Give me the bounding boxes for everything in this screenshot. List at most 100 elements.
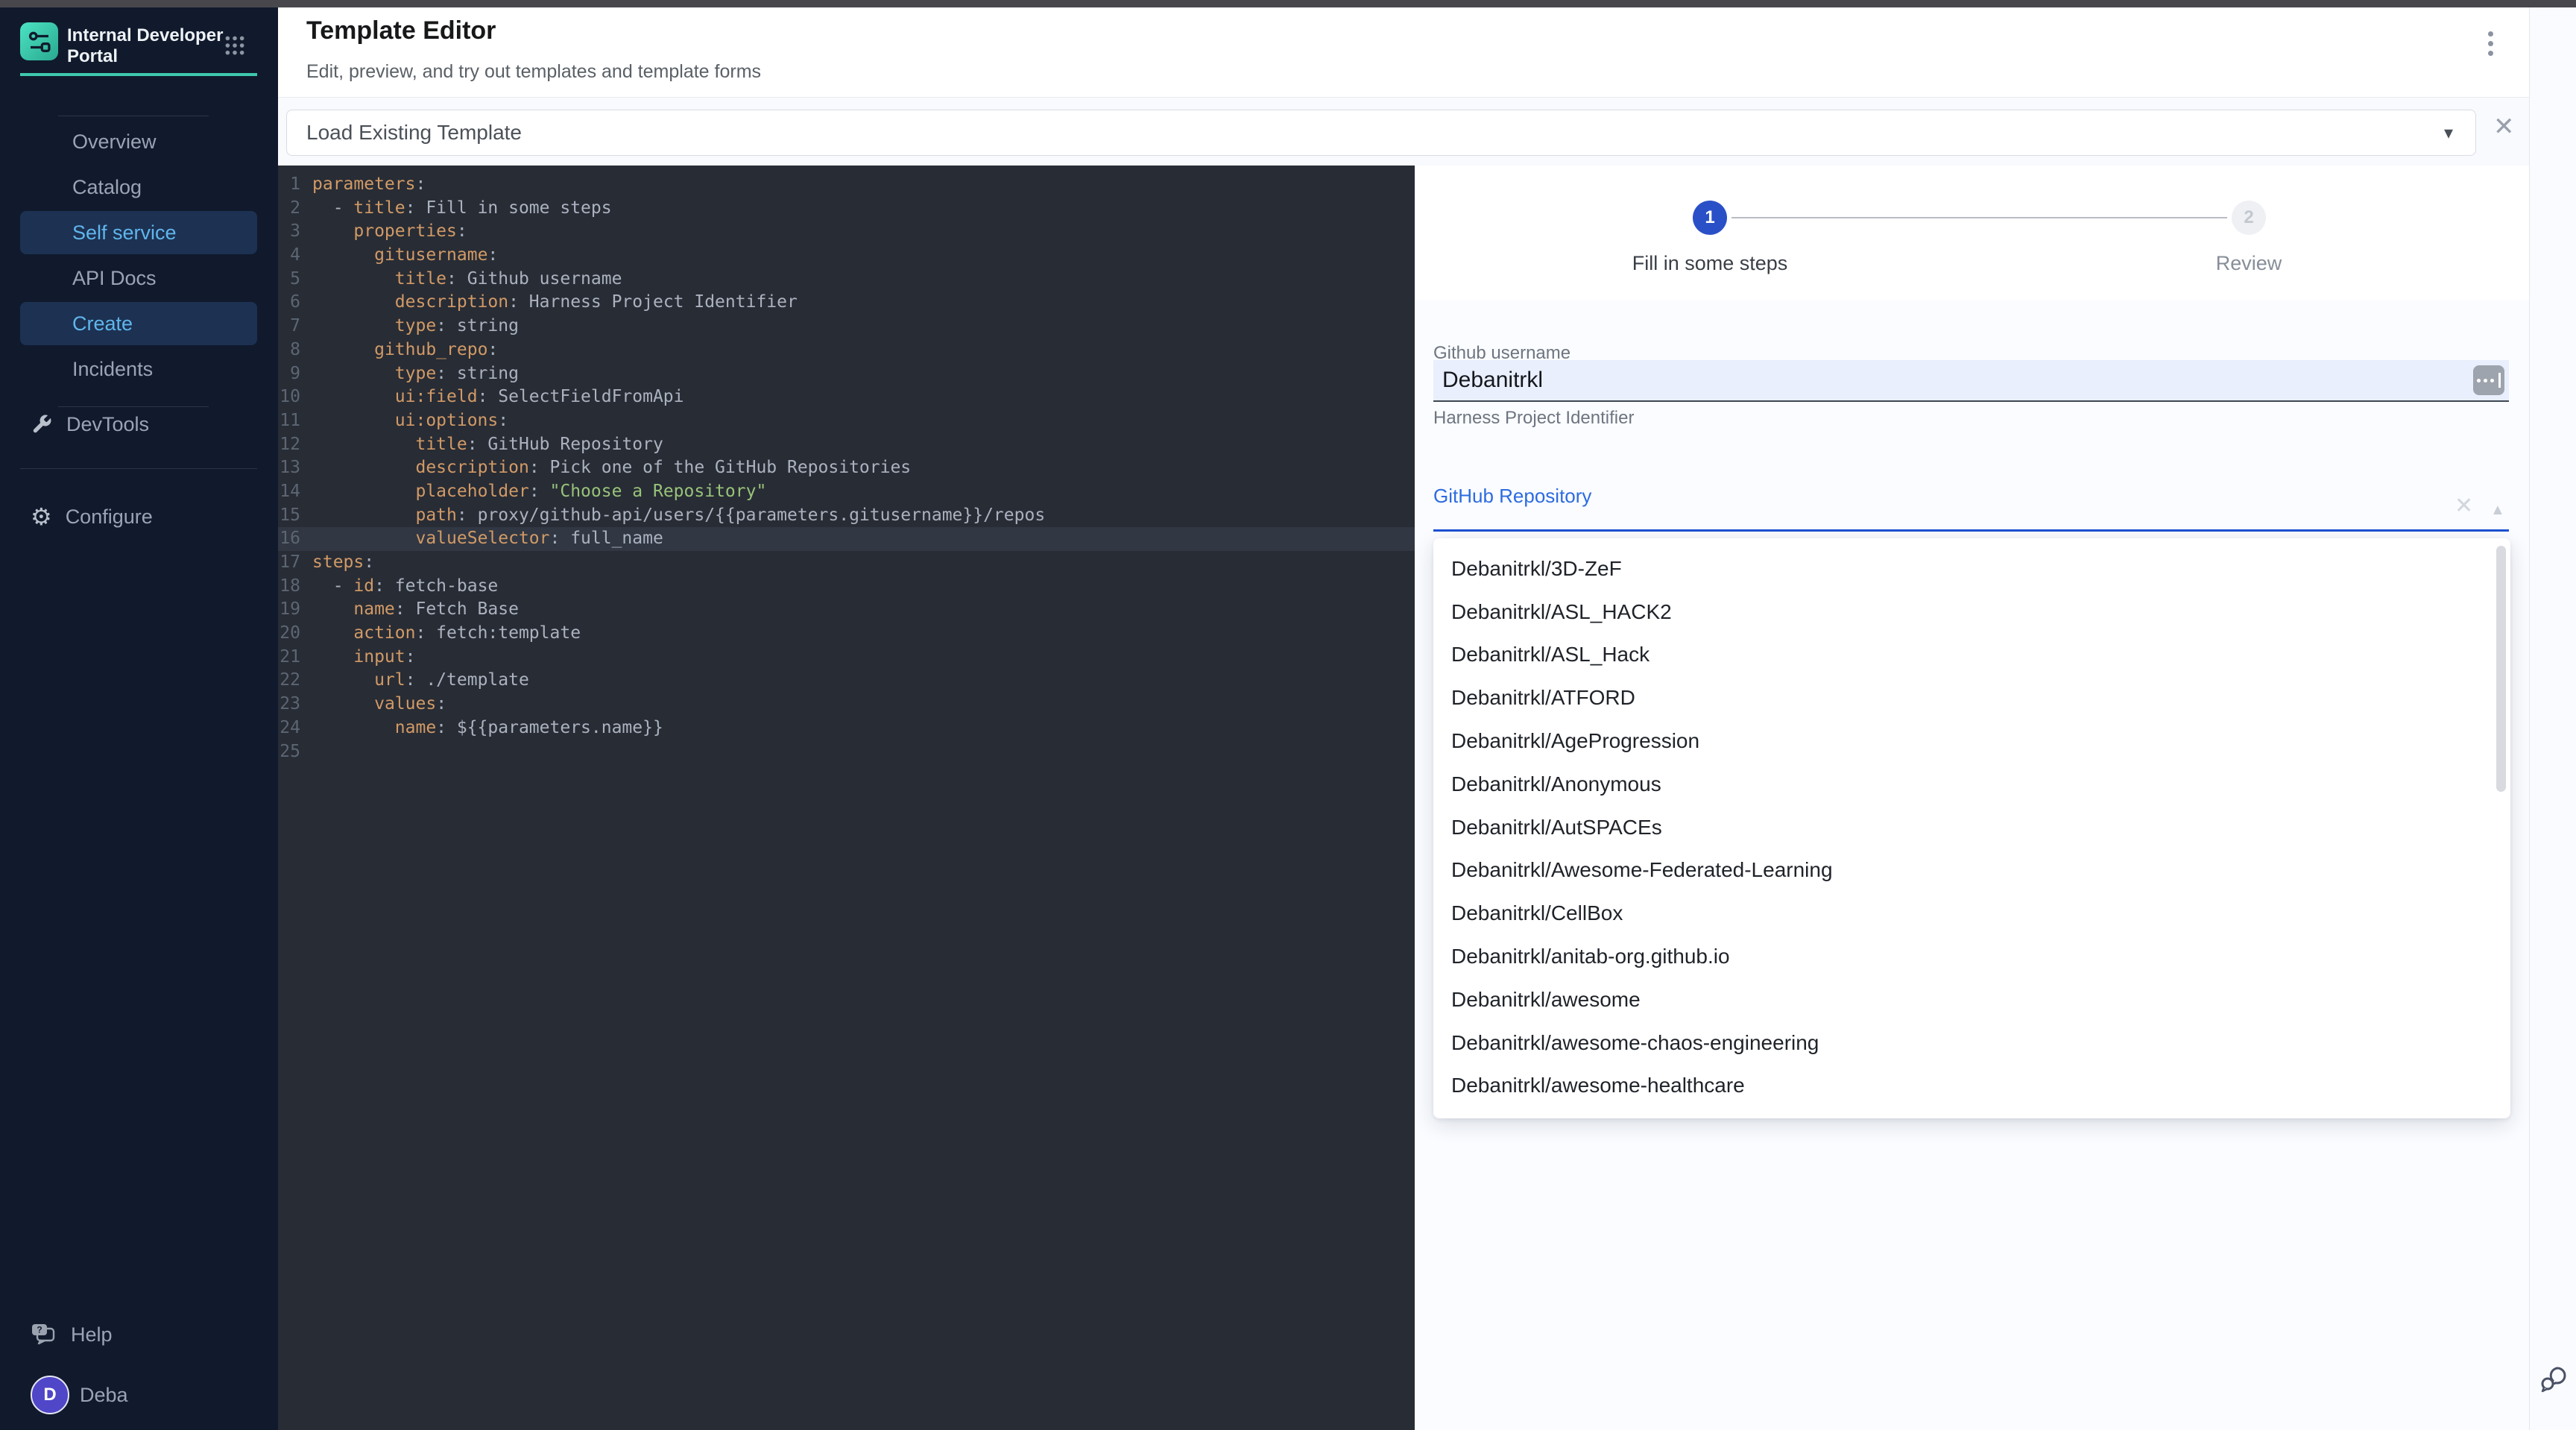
code-text: title: GitHub Repository: [312, 433, 663, 457]
close-icon[interactable]: ✕: [2493, 114, 2515, 139]
sidebar-item-self-service[interactable]: Self service: [20, 211, 257, 254]
code-text: placeholder: "Choose a Repository": [312, 480, 766, 504]
sidebar-item-label: Create: [72, 312, 133, 336]
code-line[interactable]: 13 description: Pick one of the GitHub R…: [278, 456, 1415, 480]
code-line[interactable]: 20 action: fetch:template: [278, 622, 1415, 646]
brand-accent-rule: [20, 73, 257, 76]
sidebar-item-create[interactable]: Create: [20, 302, 257, 345]
github-username-input[interactable]: [1433, 368, 2473, 393]
repo-options-list: Debanitrkl/3D-ZeFDebanitrkl/ASL_HACK2Deb…: [1433, 547, 2510, 1107]
sidebar-item-help[interactable]: ? Help: [20, 1314, 257, 1355]
step-2-indicator[interactable]: 2: [2232, 201, 2266, 235]
line-number: 2: [278, 197, 312, 221]
code-line[interactable]: 4 gitusername:: [278, 244, 1415, 268]
load-template-placeholder: Load Existing Template: [306, 121, 522, 145]
step-number: 1: [1705, 207, 1714, 228]
username-input-wrap: [1433, 360, 2509, 402]
code-line[interactable]: 22 url: ./template: [278, 669, 1415, 693]
sidebar-item-overview[interactable]: Overview: [20, 120, 257, 163]
sidebar-item-label: Self service: [72, 221, 177, 245]
app-logo[interactable]: [20, 22, 58, 60]
repo-option[interactable]: Debanitrkl/Anonymous: [1433, 763, 2510, 806]
line-number: 6: [278, 291, 312, 315]
line-number: 18: [278, 575, 312, 599]
line-number: 10: [278, 385, 312, 409]
repo-option[interactable]: Debanitrkl/awesome: [1433, 978, 2510, 1021]
code-text: name: Fetch Base: [312, 598, 519, 622]
code-line[interactable]: 23 values:: [278, 693, 1415, 716]
code-line[interactable]: 9 type: string: [278, 362, 1415, 386]
focused-field-underline: [1433, 529, 2509, 532]
sidebar-item-label: Configure: [66, 505, 153, 529]
line-number: 3: [278, 220, 312, 244]
repo-option[interactable]: Debanitrkl/anitab-org.github.io: [1433, 935, 2510, 978]
line-number: 5: [278, 268, 312, 292]
avatar: D: [31, 1376, 69, 1414]
code-line[interactable]: 18 - id: fetch-base: [278, 575, 1415, 599]
code-line[interactable]: 21 input:: [278, 646, 1415, 670]
code-text: github_repo:: [312, 338, 498, 362]
chat-widget-icon[interactable]: [2538, 1363, 2569, 1394]
repo-option[interactable]: Debanitrkl/Awesome-Federated-Learning: [1433, 849, 2510, 892]
repo-option[interactable]: Debanitrkl/AutSPACEs: [1433, 806, 2510, 849]
repo-option[interactable]: Debanitrkl/ATFORD: [1433, 676, 2510, 719]
code-line[interactable]: 8 github_repo:: [278, 338, 1415, 362]
code-line[interactable]: 3 properties:: [278, 220, 1415, 244]
line-number: 17: [278, 551, 312, 575]
sidebar-item-configure[interactable]: ⚙ Configure: [20, 496, 257, 538]
code-line[interactable]: 16 valueSelector: full_name: [278, 527, 1415, 551]
load-existing-template-select[interactable]: Load Existing Template ▾: [286, 110, 2476, 156]
dropdown-scrollbar[interactable]: [2496, 546, 2506, 792]
repo-option[interactable]: Debanitrkl/CellBox: [1433, 892, 2510, 935]
chevron-up-icon[interactable]: ▲: [2490, 503, 2505, 517]
sidebar-item-incidents[interactable]: Incidents: [20, 347, 257, 391]
repo-option[interactable]: Debanitrkl/awesome-healthcare: [1433, 1065, 2510, 1108]
sidebar-item-api-docs[interactable]: API Docs: [20, 256, 257, 300]
code-text: valueSelector: full_name: [312, 527, 663, 551]
repo-option[interactable]: Debanitrkl/AgeProgression: [1433, 719, 2510, 763]
code-line[interactable]: 25: [278, 740, 1415, 764]
code-editor[interactable]: 1parameters:2 - title: Fill in some step…: [278, 166, 1415, 1430]
line-number: 14: [278, 480, 312, 504]
code-line[interactable]: 24 name: ${{parameters.name}}: [278, 716, 1415, 740]
repo-option[interactable]: Debanitrkl/3D-ZeF: [1433, 547, 2510, 590]
avatar-initial: D: [43, 1385, 56, 1405]
app-switcher-grid-icon[interactable]: [224, 34, 246, 57]
code-line[interactable]: 10 ui:field: SelectFieldFromApi: [278, 385, 1415, 409]
step-number: 2: [2244, 207, 2253, 228]
step-1-label: Fill in some steps: [1561, 252, 1859, 275]
code-line[interactable]: 2 - title: Fill in some steps: [278, 197, 1415, 221]
step-1-indicator[interactable]: 1: [1693, 201, 1727, 235]
user-menu[interactable]: D Deba: [20, 1374, 257, 1416]
code-line[interactable]: 19 name: Fetch Base: [278, 598, 1415, 622]
line-number: 8: [278, 338, 312, 362]
help-chat-icon: ?: [31, 1323, 57, 1346]
code-line[interactable]: 14 placeholder: "Choose a Repository": [278, 480, 1415, 504]
line-number: 22: [278, 669, 312, 693]
repo-dropdown-menu: Debanitrkl/3D-ZeFDebanitrkl/ASL_HACK2Deb…: [1433, 538, 2510, 1118]
code-text: input:: [312, 646, 416, 670]
code-line[interactable]: 6 description: Harness Project Identifie…: [278, 291, 1415, 315]
code-line[interactable]: 15 path: proxy/github-api/users/{{parame…: [278, 504, 1415, 528]
code-line[interactable]: 11 ui:options:: [278, 409, 1415, 433]
code-line[interactable]: 5 title: Github username: [278, 268, 1415, 292]
more-options-kebab-icon[interactable]: [2483, 31, 2498, 56]
code-line[interactable]: 12 title: GitHub Repository: [278, 433, 1415, 457]
sidebar-item-devtools[interactable]: DevTools: [20, 403, 257, 445]
code-line[interactable]: 17steps:: [278, 551, 1415, 575]
line-number: 19: [278, 598, 312, 622]
clear-selection-icon[interactable]: ✕: [2455, 495, 2473, 517]
code-line[interactable]: 7 type: string: [278, 315, 1415, 338]
repo-option[interactable]: Debanitrkl/ASL_HACK2: [1433, 590, 2510, 634]
right-edge-strip: [2529, 7, 2576, 1430]
sidebar-item-catalog[interactable]: Catalog: [20, 166, 257, 209]
line-number: 4: [278, 244, 312, 268]
autofill-icon[interactable]: [2473, 365, 2504, 395]
repo-option[interactable]: Debanitrkl/awesome-chaos-engineering: [1433, 1021, 2510, 1065]
sidebar-item-label: Overview: [72, 130, 157, 154]
sidebar-item-label: Help: [71, 1323, 113, 1346]
sidebar-item-label: DevTools: [66, 413, 149, 436]
code-line[interactable]: 1parameters:: [278, 173, 1415, 197]
code-text: ui:options:: [312, 409, 508, 433]
repo-option[interactable]: Debanitrkl/ASL_Hack: [1433, 634, 2510, 677]
